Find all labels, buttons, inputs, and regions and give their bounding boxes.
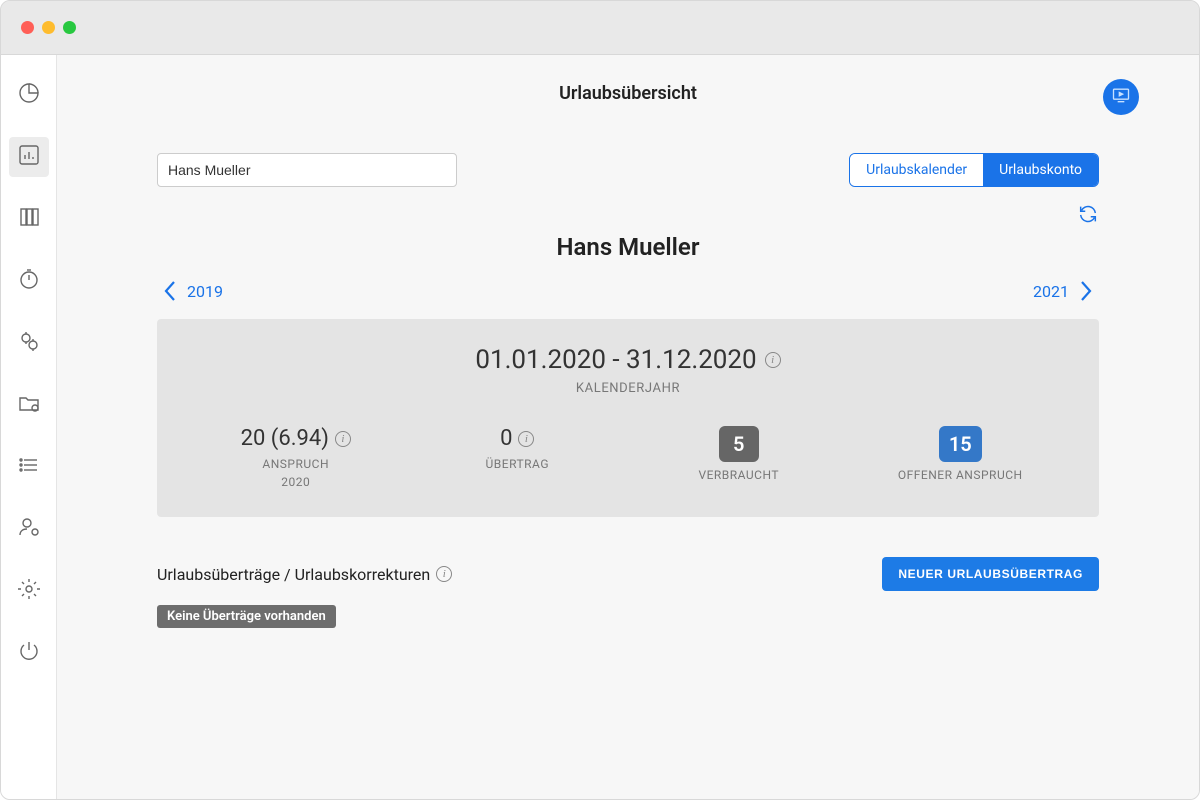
prev-year-button[interactable]: 2019 xyxy=(163,279,223,303)
page-title: Urlaubsübersicht xyxy=(157,83,1099,104)
gears-icon xyxy=(17,329,41,357)
sidebar-item-archive[interactable] xyxy=(9,199,49,239)
info-icon[interactable]: i xyxy=(518,431,534,447)
next-year-label: 2021 xyxy=(1033,282,1069,301)
user-gear-icon xyxy=(17,515,41,543)
transfers-title-text: Urlaubsüberträge / Urlaubskorrekturen xyxy=(157,565,430,584)
info-icon[interactable]: i xyxy=(765,352,781,368)
person-name: Hans Mueller xyxy=(157,233,1099,261)
tutorial-icon xyxy=(1111,85,1131,109)
traffic-lights xyxy=(21,21,76,34)
tab-calendar[interactable]: Urlaubskalender xyxy=(850,154,983,186)
stat-offen: 15 OFFENER ANSPRUCH xyxy=(880,426,1040,482)
stat-offen-label: OFFENER ANSPRUCH xyxy=(880,468,1040,482)
titlebar xyxy=(1,1,1199,55)
stat-offen-value: 15 xyxy=(939,426,982,462)
view-toggle: Urlaubskalender Urlaubskonto xyxy=(849,153,1099,187)
employee-search-input[interactable] xyxy=(157,153,457,187)
sidebar-item-processes[interactable] xyxy=(9,323,49,363)
app-body: Urlaubsübersicht Urlaubskalender Urlaubs… xyxy=(1,55,1199,800)
stat-verbraucht-label: VERBRAUCHT xyxy=(659,468,819,482)
stat-uebertrag-value: 0 xyxy=(500,426,512,451)
minimize-window-button[interactable] xyxy=(42,21,55,34)
transfers-header: Urlaubsüberträge / Urlaubskorrekturen i … xyxy=(157,557,1099,591)
transfers-title: Urlaubsüberträge / Urlaubskorrekturen i xyxy=(157,565,452,584)
maximize-window-button[interactable] xyxy=(63,21,76,34)
stat-uebertrag-label: ÜBERTRAG xyxy=(437,457,597,471)
stat-verbraucht-value: 5 xyxy=(719,426,759,462)
folder-gear-icon xyxy=(17,391,41,419)
power-icon xyxy=(17,639,41,667)
stat-anspruch-value: 20 (6.94) xyxy=(241,426,329,451)
info-icon[interactable]: i xyxy=(436,566,452,582)
sidebar-item-dashboard[interactable] xyxy=(9,75,49,115)
main-content: Urlaubsübersicht Urlaubskalender Urlaubs… xyxy=(57,55,1199,800)
chevron-right-icon xyxy=(1079,279,1093,303)
list-icon xyxy=(17,453,41,481)
binders-icon xyxy=(17,205,41,233)
next-year-button[interactable]: 2021 xyxy=(1033,279,1093,303)
pie-chart-icon xyxy=(17,81,41,109)
stat-uebertrag: 0 i ÜBERTRAG xyxy=(437,426,597,471)
period-text: 01.01.2020 - 31.12.2020 xyxy=(475,345,756,375)
refresh-button[interactable] xyxy=(1077,203,1099,229)
new-transfer-button[interactable]: NEUER URLAUBSÜBERTRAG xyxy=(882,557,1099,591)
stopwatch-icon xyxy=(17,267,41,295)
stats-row: 20 (6.94) i ANSPRUCH 2020 0 i ÜBERTRAG xyxy=(185,426,1071,489)
sidebar-item-power[interactable] xyxy=(9,633,49,673)
close-window-button[interactable] xyxy=(21,21,34,34)
help-button[interactable] xyxy=(1103,79,1139,115)
prev-year-label: 2019 xyxy=(187,282,223,301)
refresh-row xyxy=(157,203,1099,229)
sidebar-item-folder-settings[interactable] xyxy=(9,385,49,425)
period-sublabel: KALENDERJAHR xyxy=(185,381,1071,396)
sidebar-item-timer[interactable] xyxy=(9,261,49,301)
sidebar-item-reports[interactable] xyxy=(9,137,49,177)
bar-chart-icon xyxy=(17,143,41,171)
summary-card: 01.01.2020 - 31.12.2020 i KALENDERJAHR 2… xyxy=(157,319,1099,517)
page-header: Urlaubsübersicht xyxy=(157,83,1099,123)
refresh-icon xyxy=(1077,203,1099,225)
period-range: 01.01.2020 - 31.12.2020 i xyxy=(185,345,1071,375)
sidebar-item-list[interactable] xyxy=(9,447,49,487)
gear-icon xyxy=(17,577,41,605)
sidebar xyxy=(1,55,57,800)
stat-verbraucht: 5 VERBRAUCHT xyxy=(659,426,819,482)
chevron-left-icon xyxy=(163,279,177,303)
stat-anspruch: 20 (6.94) i ANSPRUCH 2020 xyxy=(216,426,376,489)
top-controls: Urlaubskalender Urlaubskonto xyxy=(157,153,1099,187)
stat-anspruch-sublabel: 2020 xyxy=(216,475,376,489)
year-nav: 2019 2021 xyxy=(157,279,1099,303)
tab-account[interactable]: Urlaubskonto xyxy=(983,154,1098,186)
info-icon[interactable]: i xyxy=(335,431,351,447)
transfers-empty-badge: Keine Überträge vorhanden xyxy=(157,605,336,628)
app-window: Urlaubsübersicht Urlaubskalender Urlaubs… xyxy=(0,0,1200,800)
sidebar-item-settings[interactable] xyxy=(9,571,49,611)
sidebar-item-user-settings[interactable] xyxy=(9,509,49,549)
stat-anspruch-label: ANSPRUCH xyxy=(216,457,376,471)
